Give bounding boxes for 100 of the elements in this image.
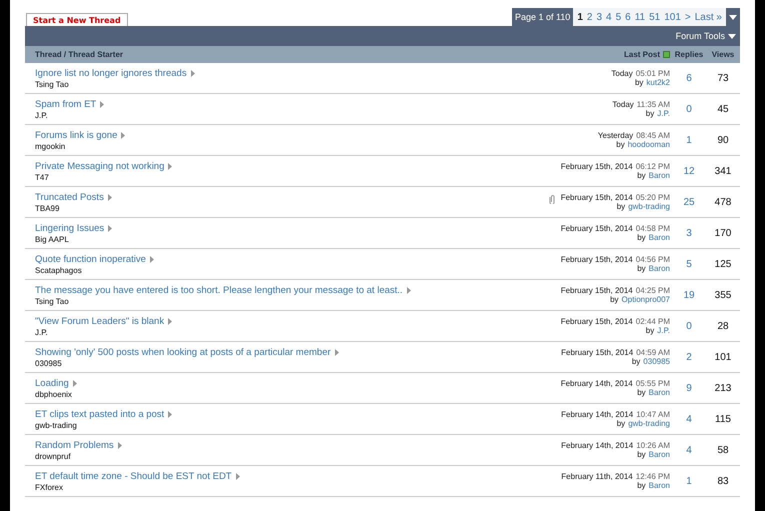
column-header[interactable]: Replies [670,50,708,59]
replies-count-link[interactable]: 1 [686,476,692,486]
views-count: 478 [714,196,732,208]
thread-starter: 030985 [35,358,62,368]
thread-title-link[interactable]: Lingering Issues [35,222,104,234]
views-count: 101 [714,352,732,362]
thread-title-link[interactable]: Quote function inoperative [35,254,146,264]
replies-count-link[interactable]: 1 [686,134,692,146]
page-link[interactable]: 4 [606,12,612,22]
post-date: February 11th, 2014 [561,472,633,481]
by-label: by [616,140,625,149]
views-count: 213 [714,382,732,394]
replies-count-link[interactable]: 4 [686,414,692,424]
by-label: by [637,481,646,490]
arrow-icon [150,256,154,262]
replies-count-link[interactable]: 0 [686,104,692,114]
views-count: 355 [714,290,732,300]
page-link[interactable]: 6 [625,12,631,22]
page-link[interactable]: 101 [664,12,681,22]
thread-title-link[interactable]: Forums link is gone [35,130,118,140]
username-link[interactable]: Baron [648,481,670,490]
replies-count-link[interactable]: 2 [686,352,692,362]
page-link[interactable]: 51 [649,12,660,22]
post-date: February 15th, 2014 [560,162,633,171]
arrow-icon [108,194,112,200]
next-page-link[interactable]: > [684,12,691,22]
forum-tools-button[interactable]: Forum Tools [672,31,740,41]
last-page-link[interactable]: Last » [694,12,722,22]
username-link[interactable]: J.P. [657,109,670,118]
thread-starter: dbphoenix [35,390,72,398]
username-link[interactable]: hoodooman [628,140,670,149]
post-date: February 15th, 2014 [560,224,633,233]
page-link[interactable]: 2 [586,12,592,22]
column-header[interactable]: Last Post [624,50,660,59]
views-count: 125 [714,258,732,270]
thread-title-link[interactable]: Loading [35,378,69,388]
page-dropdown-button[interactable] [726,8,740,26]
replies-count-link[interactable]: 19 [683,290,695,300]
page-link[interactable]: 3 [596,12,602,22]
column-header[interactable]: Thread / Thread Starter [25,50,370,59]
username-link[interactable]: Baron [648,171,670,180]
replies-count-link[interactable]: 9 [686,382,692,394]
replies-count-link[interactable]: 6 [686,72,692,84]
replies-count-link[interactable]: 0 [686,320,692,332]
thread-title-link[interactable]: Spam from ET [35,98,96,110]
replies-count-link[interactable]: 12 [683,166,695,176]
by-label: by [632,357,640,366]
views-count: 73 [717,72,729,84]
thread-starter: Scataphagos [35,266,82,274]
caret-icon [729,14,737,20]
thread-starter: J.P. [35,328,48,336]
username-link[interactable]: kut2k2 [646,78,670,87]
username-link[interactable]: Optionpro007 [622,295,670,304]
username-link[interactable]: J.P. [657,326,670,335]
replies-count-link[interactable]: 5 [686,258,692,270]
views-count: 28 [717,320,729,332]
username-link[interactable]: gwb-trading [628,419,670,428]
replies-count-link[interactable]: 25 [683,196,695,208]
username-link[interactable]: Baron [648,450,670,459]
views-count: 90 [717,134,729,146]
page-link[interactable]: 5 [616,12,622,22]
views-count: 115 [715,414,731,424]
post-time: 02:44 PM [636,317,670,326]
username-link[interactable]: gwb-trading [628,202,670,211]
by-label: by [637,450,646,459]
thread-title-link[interactable]: ET default time zone - Should be EST not EDT [35,470,232,482]
thread-starter: mgookin [35,142,66,150]
column-header[interactable]: Views [708,50,740,59]
post-time: 04:56 PM [636,255,670,264]
thread-title-link[interactable]: ET clips text pasted into a post [35,408,164,420]
thread-title-link[interactable]: Ignore list no longer ignores threads [35,68,187,78]
arrow-icon [406,286,411,294]
thread-title-link[interactable]: Showing 'only' 500 posts when looking at posts of a particular member [35,346,331,358]
page-link[interactable]: 11 [634,12,646,22]
caret-icon [728,34,736,38]
arrow-icon [118,442,122,448]
by-label: by [637,264,646,273]
thread-title-link[interactable]: The message you have entered is too short. Please lengthen your message to at least.. [35,284,403,296]
username-link[interactable]: Baron [648,388,670,397]
thread-starter: J.P. [35,110,48,120]
replies-count-link[interactable]: 3 [686,228,692,238]
thread-title-link[interactable]: Truncated Posts [35,192,104,202]
username-link[interactable]: Baron [648,233,670,242]
new-thread-button[interactable]: Start a New Thread [26,13,128,26]
post-time: 11:35 AM [636,100,670,109]
post-time: 12:46 PM [636,472,670,481]
post-date: February 14th, 2014 [560,379,633,388]
thread-title-link[interactable]: Private Messaging not working [35,160,164,172]
thread-title-link[interactable]: Random Problems [35,440,114,450]
thread-starter: FXforex [35,482,64,492]
by-label: by [616,202,626,211]
by-label: by [637,233,646,242]
username-link[interactable]: Baron [648,264,670,273]
post-date: February 14th, 2014 [561,441,634,450]
arrow-icon [236,472,240,480]
replies-count-link[interactable]: 4 [686,444,692,456]
thread-title-link[interactable]: "View Forum Leaders" is blank [35,316,164,326]
username-link[interactable]: 030985 [643,357,670,366]
post-time: 05:01 PM [636,69,670,78]
page-link[interactable]: 1 [577,12,583,22]
